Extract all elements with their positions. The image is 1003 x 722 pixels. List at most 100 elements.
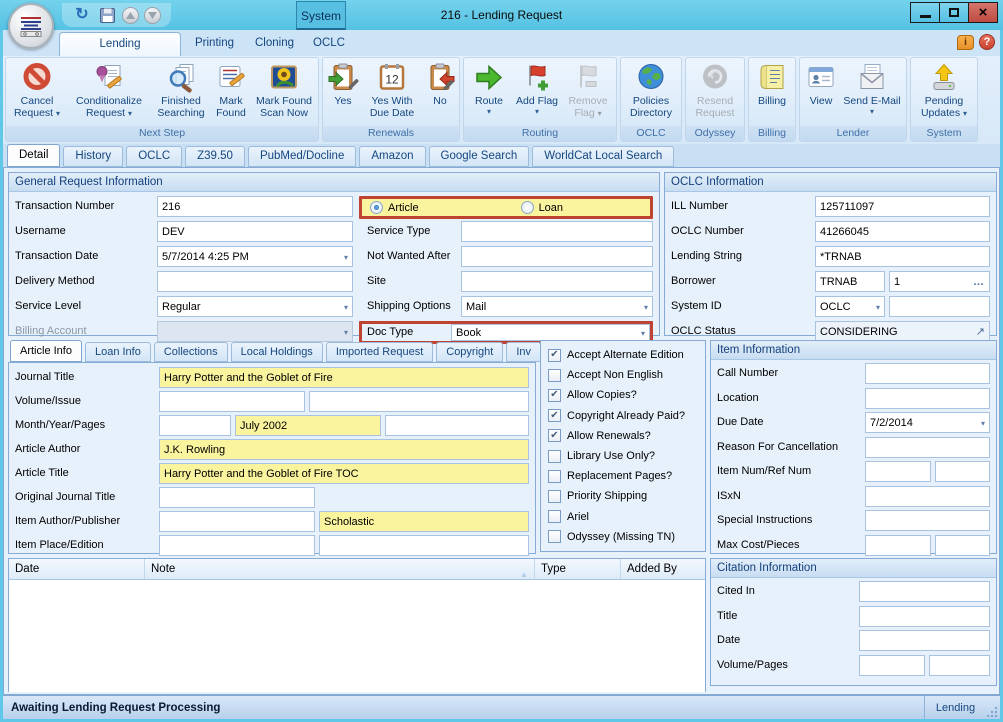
checkbox-ariel[interactable]: Ariel [548,510,698,523]
tab-google-search[interactable]: Google Search [429,146,530,167]
save-icon[interactable] [97,5,117,25]
article-author-field[interactable] [159,439,529,460]
checkbox-allow-copies[interactable]: ✔ Allow Copies? [548,389,698,402]
tab-oclc[interactable]: OCLC [126,146,182,167]
original-journal-title-field[interactable] [159,487,315,508]
special-instructions-field[interactable] [865,510,990,531]
checkbox-accept-non-english[interactable]: Accept Non English [548,369,698,382]
ref-num-field[interactable] [935,461,990,482]
cited-in-field[interactable] [859,581,990,602]
citation-volume-field[interactable] [859,655,925,676]
column-header-date[interactable]: Date [9,559,145,579]
undo-up-icon[interactable] [122,7,139,24]
citation-date-field[interactable] [859,630,990,651]
tab-invoice-truncated[interactable]: Inv [506,342,541,362]
radio-loan[interactable]: Loan [521,201,563,214]
ribbon-tab-printing[interactable]: Printing [183,32,241,56]
minimize-button[interactable] [910,2,940,23]
location-field[interactable] [865,388,990,409]
ribbon-tab-cloning[interactable]: Cloning [243,32,299,56]
resize-grip[interactable] [986,696,1000,719]
item-author-field[interactable] [159,511,315,532]
doc-type-combo[interactable]: Book▾ [451,324,650,341]
application-menu-button[interactable] [8,3,54,49]
month-field[interactable] [159,415,231,436]
issue-field[interactable] [309,391,529,412]
call-number-field[interactable] [865,363,990,384]
column-header-note[interactable]: Note ▲ [145,559,535,579]
column-header-added-by[interactable]: Added By [621,559,705,579]
route-button[interactable]: Route ▾ [466,59,512,126]
transaction-date-combo[interactable]: 5/7/2014 4:25 PM▾ [157,246,353,267]
service-level-combo[interactable]: Regular▾ [157,296,353,317]
reason-for-cancellation-field[interactable] [865,437,990,458]
pages-field[interactable] [385,415,529,436]
billing-button[interactable]: Billing [751,59,793,126]
redo-down-icon[interactable] [144,7,161,24]
system-id-combo[interactable]: OCLC▾ [815,296,885,317]
pending-updates-button[interactable]: Pending Updates ▾ [913,59,975,126]
item-num-field[interactable] [865,461,931,482]
due-date-combo[interactable]: 7/2/2014▾ [865,412,990,433]
maximize-button[interactable] [939,2,969,23]
item-edition-field[interactable] [319,535,529,556]
contextual-tab-system[interactable]: System [296,1,346,30]
renew-no-button[interactable]: No [423,59,457,126]
send-email-button[interactable]: Send E-Mail ▾ [840,59,904,126]
citation-pages-field[interactable] [929,655,990,676]
tab-loan-info[interactable]: Loan Info [85,342,151,362]
checkbox-replacement-pages[interactable]: Replacement Pages? [548,470,698,483]
status-refresh-icon[interactable]: ↗ [976,325,985,338]
pieces-field[interactable] [935,535,990,556]
add-flag-button[interactable]: Add Flag ▾ [512,59,562,126]
isxn-field[interactable] [865,486,990,507]
year-field[interactable] [235,415,381,436]
feedback-icon[interactable]: i [957,35,974,50]
tab-article-info[interactable]: Article Info [10,340,82,362]
help-icon[interactable]: ? [979,34,995,50]
conditionalize-request-button[interactable]: Conditionalize Request ▾ [66,59,152,126]
close-button[interactable]: × [968,2,998,23]
lending-string-field[interactable] [815,246,990,267]
tab-history[interactable]: History [63,146,123,167]
service-type-field[interactable] [461,221,653,242]
checkbox-library-use-only[interactable]: Library Use Only? [548,450,698,463]
tab-local-holdings[interactable]: Local Holdings [231,342,323,362]
checkbox-odyssey-missing-tn[interactable]: Odyssey (Missing TN) [548,530,698,543]
not-wanted-after-field[interactable] [461,246,653,267]
tab-worldcat-local-search[interactable]: WorldCat Local Search [532,146,674,167]
ellipsis-browse-icon[interactable]: … [973,276,985,288]
radio-article[interactable]: Article [370,201,419,214]
mark-found-button[interactable]: Mark Found [210,59,252,126]
tab-pubmed-docline[interactable]: PubMed/Docline [248,146,356,167]
tab-z3950[interactable]: Z39.50 [185,146,245,167]
tab-copyright[interactable]: Copyright [436,342,503,362]
ribbon-tab-oclc[interactable]: OCLC [301,32,349,56]
volume-field[interactable] [159,391,305,412]
checkbox-allow-renewals[interactable]: ✔ Allow Renewals? [548,429,698,442]
cancel-request-button[interactable]: Cancel Request ▾ [8,59,66,126]
policies-directory-button[interactable]: Policies Directory [623,59,679,126]
max-cost-field[interactable] [865,535,931,556]
article-title-field[interactable] [159,463,529,484]
journal-title-field[interactable] [159,367,529,388]
ill-number-field[interactable] [815,196,990,217]
borrower-sequence-field[interactable]: 1 … [889,271,990,292]
ribbon-tab-lending-processing[interactable]: Lending Processing [59,32,181,56]
view-button[interactable]: View [802,59,840,126]
notes-table-body[interactable] [9,580,705,692]
finished-searching-button[interactable]: Finished Searching [152,59,210,126]
refresh-icon[interactable]: ↻ [72,5,92,25]
citation-title-field[interactable] [859,606,990,627]
column-header-type[interactable]: Type [535,559,621,579]
checkbox-accept-alternate-edition[interactable]: ✔ Accept Alternate Edition [548,349,698,362]
renew-yes-with-due-date-button[interactable]: 12 Yes With Due Date [361,59,423,126]
tab-collections[interactable]: Collections [154,342,228,362]
checkbox-copyright-already-paid[interactable]: ✔ Copyright Already Paid? [548,409,698,422]
oclc-number-field[interactable] [815,221,990,242]
checkbox-priority-shipping[interactable]: Priority Shipping [548,490,698,503]
item-publisher-field[interactable] [319,511,529,532]
tab-amazon[interactable]: Amazon [359,146,425,167]
mark-found-scan-now-button[interactable]: Mark Found Scan Now [252,59,316,126]
renew-yes-button[interactable]: Yes [325,59,361,126]
